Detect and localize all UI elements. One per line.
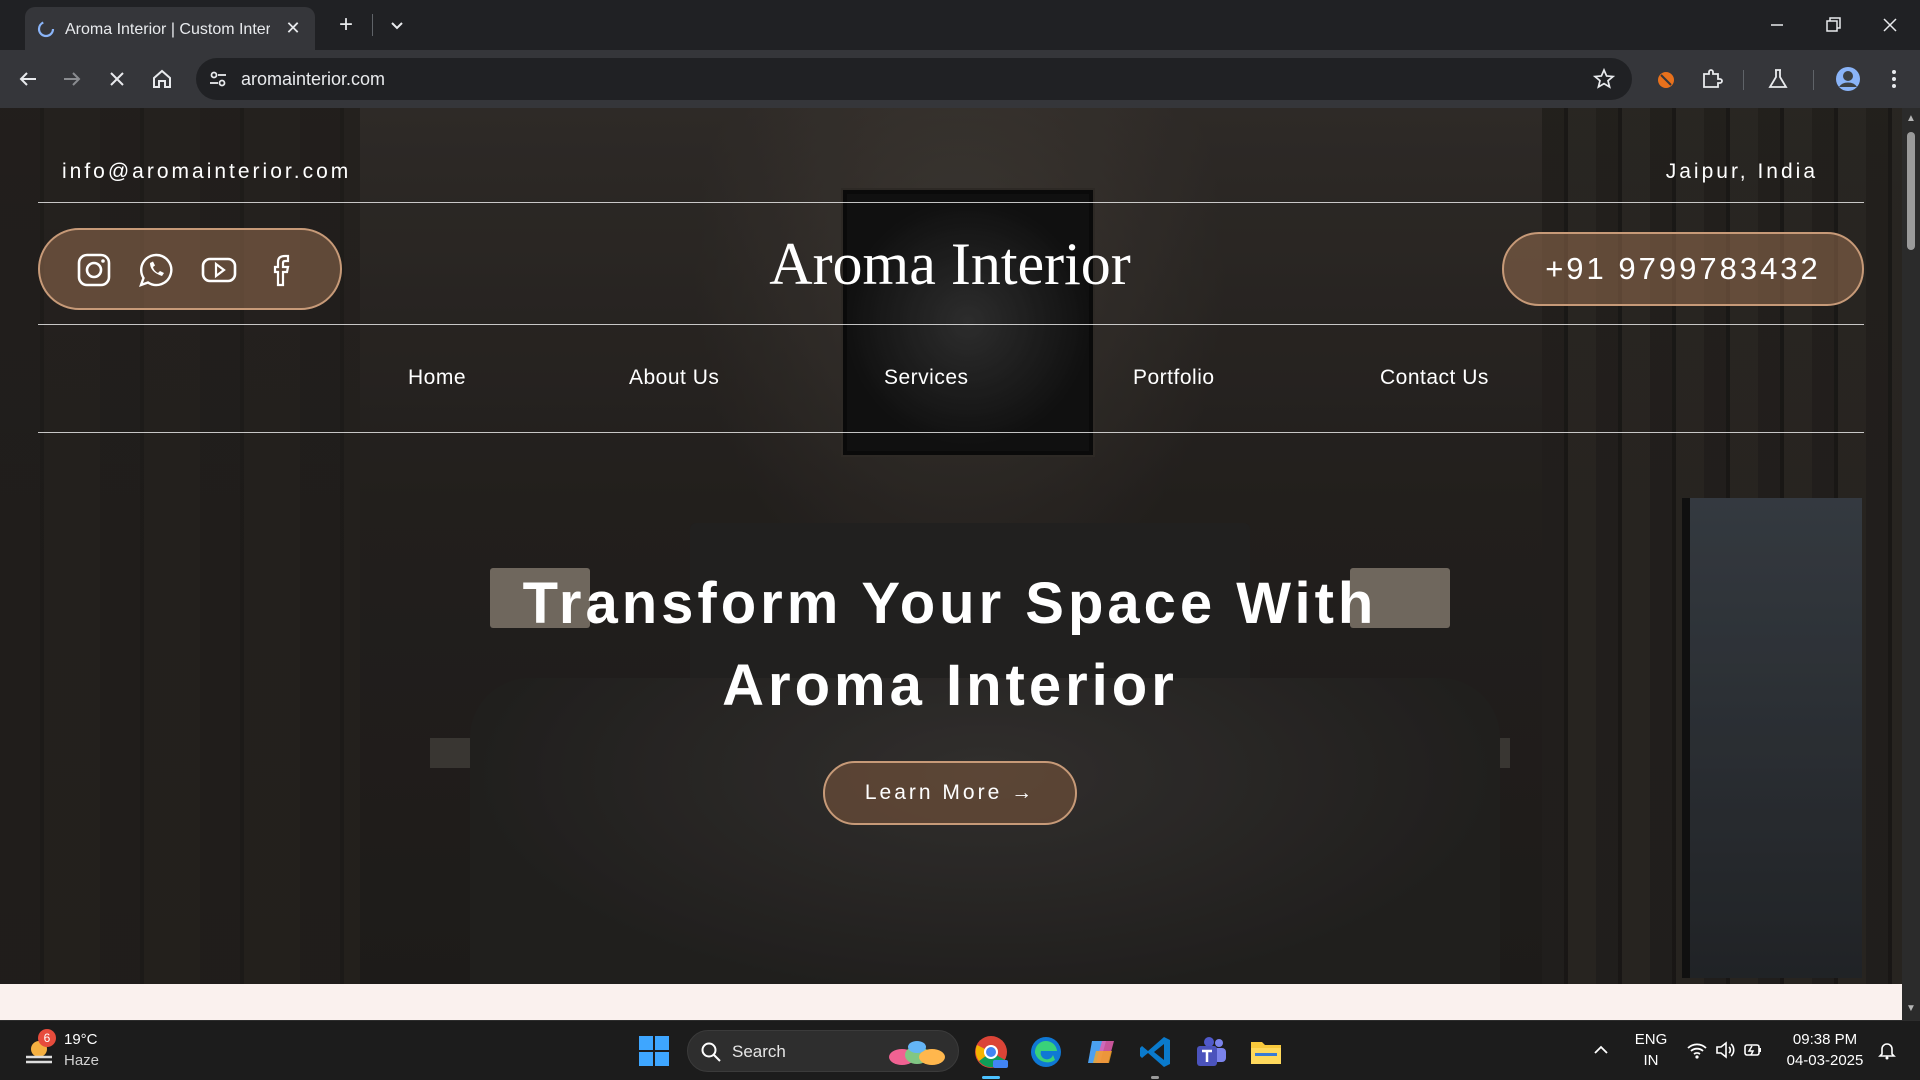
location-text: Jaipur, India [1665, 160, 1818, 183]
browser-toolbar: aromainterior.com [0, 50, 1920, 108]
teams-icon[interactable] [1192, 1033, 1230, 1071]
scroll-up-icon[interactable]: ▲ [1906, 114, 1916, 124]
browser-tab[interactable]: Aroma Interior | Custom Interior ✕ [25, 7, 315, 50]
windows-taskbar: 6 19°C Haze Search ENG IN 09:38 PM 04-03… [0, 1020, 1920, 1080]
whatsapp-icon[interactable] [138, 252, 174, 288]
close-window-icon[interactable] [1875, 10, 1905, 40]
nav-about-us[interactable]: About Us [629, 366, 719, 390]
weather-desc[interactable]: Haze [64, 1052, 99, 1069]
site-info-icon[interactable] [206, 67, 230, 91]
edge-icon[interactable] [1027, 1033, 1065, 1071]
clock-date[interactable]: 04-03-2025 [1776, 1052, 1874, 1069]
nav-portfolio[interactable]: Portfolio [1133, 366, 1215, 390]
weather-badge: 6 [38, 1029, 56, 1047]
notification-bell-icon[interactable] [1876, 1039, 1898, 1061]
vscode-icon[interactable] [1137, 1033, 1175, 1071]
tab-close-icon[interactable]: ✕ [283, 18, 303, 38]
hero-title: Transform Your Space With Aroma Interior [460, 563, 1440, 727]
home-icon[interactable] [148, 65, 176, 93]
volume-icon[interactable] [1714, 1039, 1736, 1061]
brand-logo[interactable]: Aroma Interior [700, 230, 1200, 299]
social-links [38, 228, 342, 310]
email-link[interactable]: info@aromainterior.com [62, 160, 351, 184]
taskbar-search[interactable]: Search [687, 1030, 959, 1072]
web-page: info@aromainterior.com Jaipur, India Aro… [0, 108, 1902, 984]
divider [38, 202, 1864, 203]
scroll-thumb[interactable] [1907, 132, 1915, 250]
stop-loading-icon[interactable] [103, 65, 131, 93]
page-scrollbar[interactable]: ▲ ▼ [1902, 108, 1920, 1020]
tab-search-chevron-icon[interactable] [386, 14, 408, 36]
toolbar-separator [1743, 70, 1744, 90]
toolbar-separator [1813, 70, 1814, 90]
divider [38, 432, 1864, 433]
divider [38, 324, 1864, 325]
profile-avatar[interactable] [1834, 65, 1862, 93]
language-indicator[interactable]: ENG [1628, 1031, 1674, 1048]
labs-flask-icon[interactable] [1764, 65, 1792, 93]
extensions-puzzle-icon[interactable] [1698, 65, 1726, 93]
minimize-icon[interactable] [1762, 10, 1792, 40]
search-placeholder: Search [732, 1042, 786, 1061]
tab-title: Aroma Interior | Custom Interior [65, 21, 270, 38]
bookmark-star-icon[interactable] [1592, 67, 1616, 91]
address-bar[interactable]: aromainterior.com [196, 58, 1632, 100]
wifi-icon[interactable] [1686, 1039, 1708, 1061]
nav-home[interactable]: Home [408, 366, 466, 390]
restore-icon[interactable] [1818, 10, 1848, 40]
search-icon [701, 1042, 721, 1062]
instagram-icon[interactable] [76, 252, 112, 288]
scroll-down-icon[interactable]: ▼ [1906, 1004, 1916, 1014]
battery-charging-icon[interactable] [1742, 1039, 1764, 1061]
loading-favicon-icon [37, 20, 55, 38]
forward-icon[interactable] [58, 65, 86, 93]
browser-tab-bar: Aroma Interior | Custom Interior ✕ + [0, 0, 1920, 50]
clock-time[interactable]: 09:38 PM [1776, 1031, 1874, 1048]
extension-orange-icon[interactable] [1652, 65, 1680, 93]
menu-kebab-icon[interactable] [1880, 65, 1908, 93]
windows-start-icon[interactable] [638, 1035, 670, 1067]
copilot-icon[interactable] [1082, 1033, 1120, 1071]
youtube-icon[interactable] [201, 252, 237, 288]
url-text: aromainterior.com [241, 69, 386, 89]
file-explorer-icon[interactable] [1247, 1033, 1285, 1071]
tab-separator [372, 14, 373, 36]
chrome-beta-icon[interactable] [972, 1033, 1010, 1071]
active-app-indicator [982, 1076, 1000, 1079]
next-section-strip [0, 984, 1902, 1020]
facebook-icon[interactable] [264, 252, 300, 288]
new-tab-icon[interactable]: + [333, 12, 359, 38]
nav-services[interactable]: Services [884, 366, 969, 390]
language-region[interactable]: IN [1628, 1052, 1674, 1069]
weather-temp[interactable]: 19°C [64, 1031, 98, 1048]
tray-chevron-up-icon[interactable] [1590, 1039, 1612, 1061]
nav-contact-us[interactable]: Contact Us [1380, 366, 1489, 390]
learn-more-button[interactable]: Learn More → [823, 761, 1077, 825]
back-icon[interactable] [14, 65, 42, 93]
hero-title-line: Transform Your Space With [522, 571, 1378, 636]
phone-button[interactable]: +91 9799783432 [1502, 232, 1864, 306]
hero-title-line: Aroma Interior [722, 653, 1178, 718]
search-highlight-art-icon [889, 1041, 945, 1065]
open-app-indicator [1151, 1076, 1159, 1079]
